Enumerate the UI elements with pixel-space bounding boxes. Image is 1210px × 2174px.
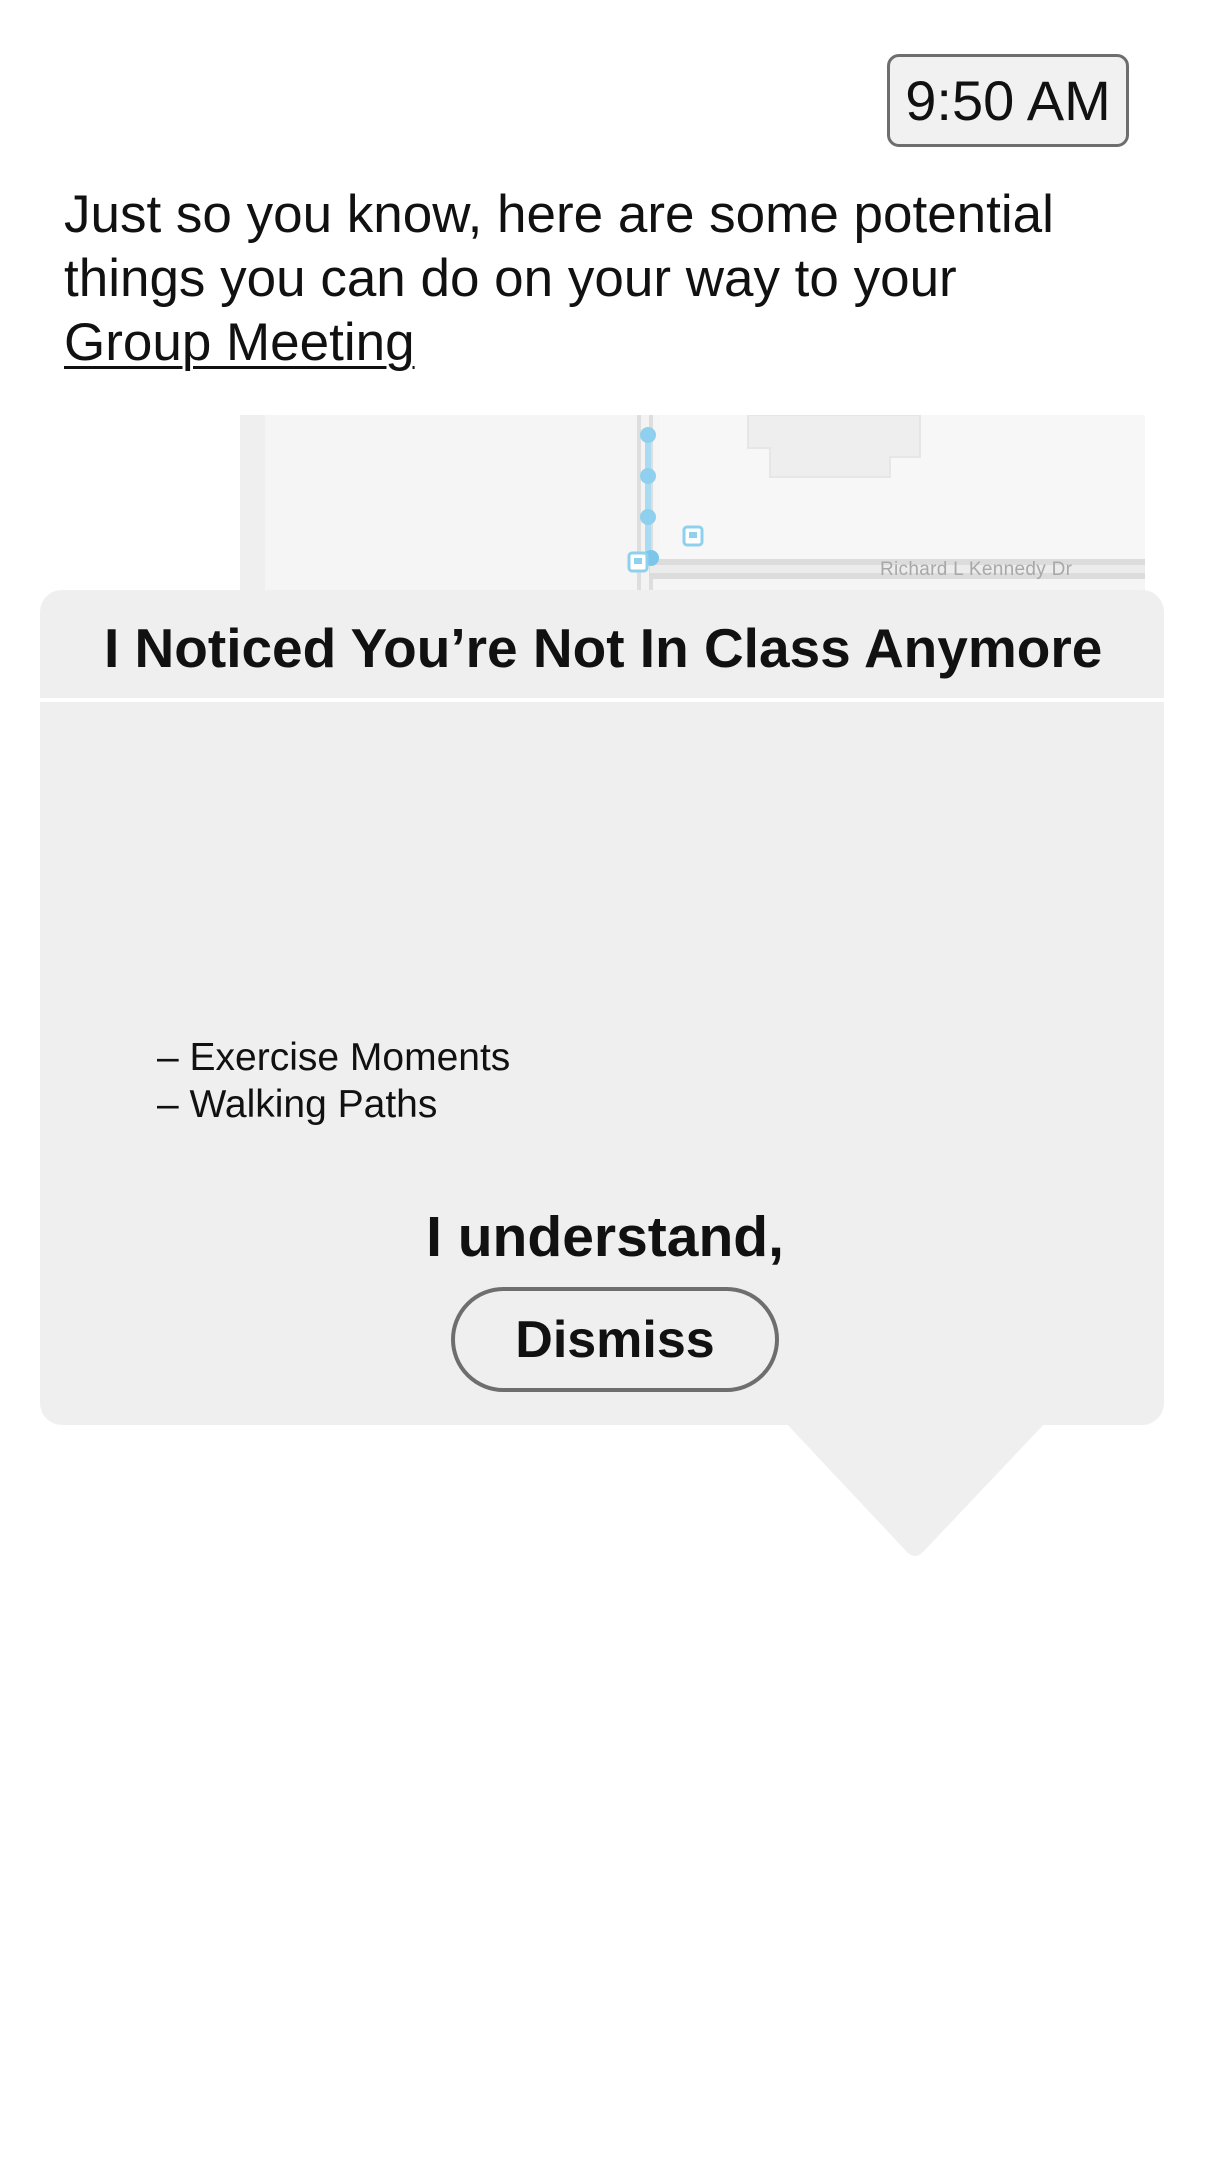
map-block xyxy=(265,415,630,605)
group-meeting-link[interactable]: Group Meeting xyxy=(64,313,415,372)
map-view[interactable]: Richard L Kennedy Dr xyxy=(240,415,1145,605)
street-label: Richard L Kennedy Dr xyxy=(880,559,1073,580)
bus-stop-icon[interactable] xyxy=(627,551,649,573)
suggestion-exercise-moments[interactable]: – Exercise Moments xyxy=(157,1034,510,1081)
suggestion-list: – Exercise Moments – Walking Paths xyxy=(157,1034,510,1128)
route-dot xyxy=(640,427,656,443)
bus-stop-icon[interactable] xyxy=(682,525,704,547)
screen: 9:50 AM Richard L Kennedy Dr I Noticed Y… xyxy=(0,0,1210,2174)
dismiss-button[interactable]: Dismiss xyxy=(451,1287,779,1392)
map-block xyxy=(240,415,265,605)
route-dot xyxy=(640,509,656,525)
popup-header: I Noticed You’re Not In Class Anymore xyxy=(40,590,1164,702)
popup-title: I Noticed You’re Not In Class Anymore xyxy=(104,617,1103,679)
clock-time: 9:50 AM xyxy=(887,54,1129,147)
suggestion-walking-paths[interactable]: – Walking Paths xyxy=(157,1081,510,1128)
popup-pointer xyxy=(783,1420,1048,1556)
acknowledge-text: I understand, xyxy=(426,1205,784,1269)
popup-message-text: Just so you know, here are some potentia… xyxy=(64,185,1054,308)
popup-message: Just so you know, here are some potentia… xyxy=(64,183,1074,375)
route-dot xyxy=(640,468,656,484)
